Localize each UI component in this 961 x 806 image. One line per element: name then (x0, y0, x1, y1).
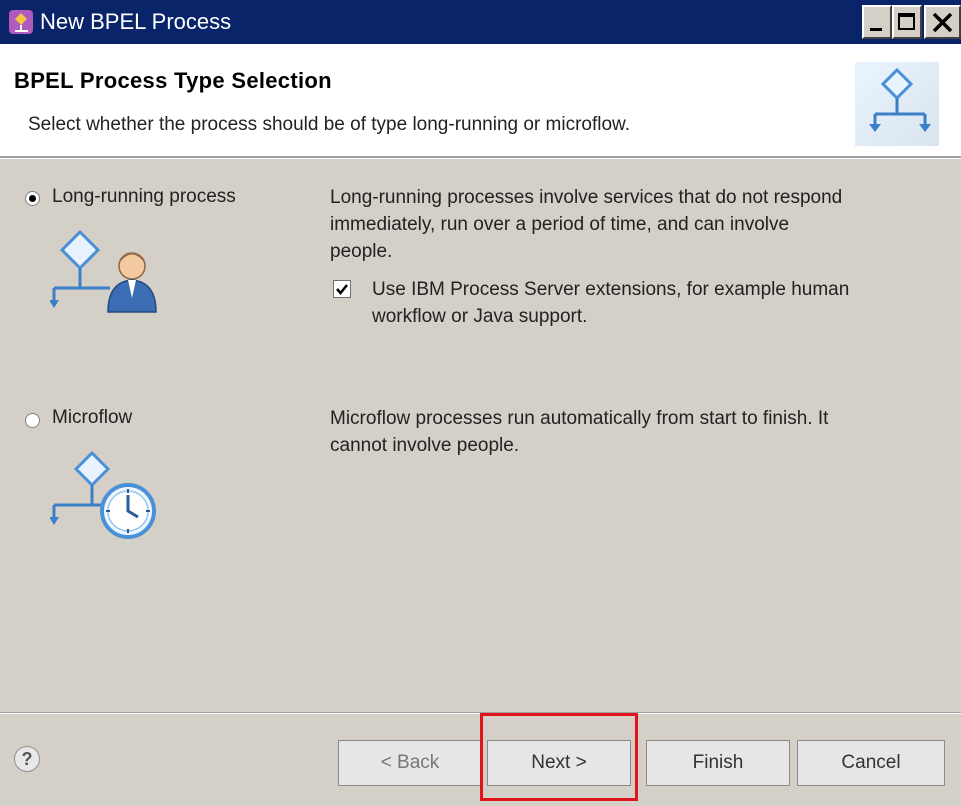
bpel-process-icon (855, 62, 939, 146)
microflow-radio[interactable] (25, 413, 40, 428)
long-running-process-icon (50, 229, 157, 313)
long-running-radio[interactable] (25, 191, 40, 206)
long-running-label[interactable]: Long-running process (52, 186, 236, 208)
bpel-app-icon (9, 10, 33, 34)
cancel-button[interactable]: Cancel (797, 740, 945, 786)
ibm-extensions-label[interactable]: Use IBM Process Server extensions, for e… (372, 276, 852, 330)
ibm-extensions-checkbox[interactable] (333, 280, 351, 298)
maximize-button[interactable] (892, 5, 922, 39)
title-bar: New BPEL Process (0, 0, 961, 44)
long-running-description: Long-running processes involve services … (330, 187, 843, 262)
window-title: New BPEL Process (40, 9, 232, 34)
header-divider (0, 156, 961, 159)
microflow-clock-icon (50, 450, 156, 539)
minimize-icon (870, 28, 882, 31)
help-icon[interactable]: ? (14, 746, 40, 772)
wizard-header: BPEL Process Type Selection Select wheth… (0, 44, 961, 156)
checkmark-icon (336, 284, 348, 295)
microflow-description: Microflow processes run automatically fr… (330, 408, 829, 456)
close-icon (932, 12, 953, 33)
page-description: Select whether the process should be of … (28, 114, 630, 135)
close-button[interactable] (924, 5, 961, 39)
next-button-highlight (480, 713, 638, 801)
finish-button[interactable]: Finish (646, 740, 790, 786)
maximize-icon (898, 13, 915, 30)
minimize-button[interactable] (862, 5, 892, 39)
microflow-label[interactable]: Microflow (52, 407, 132, 429)
page-title: BPEL Process Type Selection (14, 68, 332, 93)
back-button[interactable]: < Back (338, 740, 482, 786)
